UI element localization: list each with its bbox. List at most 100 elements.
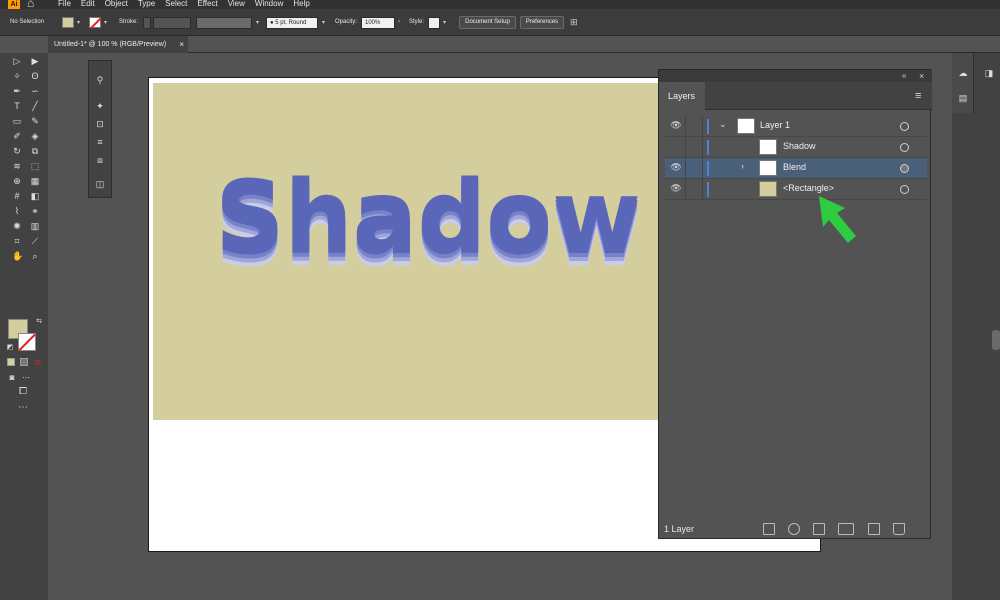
visibility-eye-icon[interactable]: 👁 — [669, 120, 683, 132]
default-fill-stroke-icon[interactable]: ◩ — [5, 343, 15, 353]
curvature-tool-icon[interactable]: ∽ — [30, 86, 40, 96]
layer-row-blend[interactable]: 👁 › Blend — [665, 158, 927, 179]
free-transform-tool-icon[interactable]: ⬚ — [30, 161, 40, 171]
more-tools-icon[interactable]: ⋯ — [18, 403, 28, 413]
direct-selection-tool-icon[interactable]: ▶ — [30, 56, 40, 66]
lasso-tool-icon[interactable]: ʘ — [30, 71, 40, 81]
brush-definition[interactable]: ● 5 pt. Round — [266, 17, 318, 29]
selection-tool-icon[interactable]: ▷ — [12, 56, 22, 66]
color-mode-icon[interactable] — [7, 358, 15, 366]
screen-mode-icon[interactable]: ⋯ — [21, 373, 31, 383]
scale-tool-icon[interactable]: ⧉ — [30, 146, 40, 156]
layers-tab[interactable]: Layers — [659, 82, 705, 110]
locate-object-icon[interactable] — [788, 523, 800, 535]
document-tab[interactable]: Untitled-1* @ 100 % (RGB/Preview) × — [48, 36, 188, 53]
expand-chevron-down-icon[interactable]: ⌄ — [719, 119, 727, 130]
line-tool-icon[interactable]: ╱ — [30, 101, 40, 111]
artboard-tool-icon[interactable]: ⌗ — [12, 236, 22, 246]
close-panel-icon[interactable]: × — [919, 70, 924, 82]
new-sublayer-icon[interactable] — [838, 523, 854, 535]
clipping-mask-icon[interactable] — [813, 523, 825, 535]
new-layer-icon[interactable] — [868, 523, 880, 535]
brush-dropdown-icon[interactable]: ▾ — [322, 19, 325, 26]
layer-name[interactable]: Layer 1 — [760, 120, 790, 130]
eraser-tool-icon[interactable]: ◈ — [30, 131, 40, 141]
menu-type[interactable]: Type — [138, 0, 155, 9]
trash-icon[interactable] — [893, 523, 905, 535]
blend-tool-icon[interactable]: ⚭ — [30, 206, 40, 216]
expand-chevron-right-icon[interactable]: › — [741, 161, 744, 171]
target-circle-icon[interactable] — [900, 185, 909, 194]
shape-builder-tool-icon[interactable]: ⊕ — [12, 176, 22, 186]
stroke-weight-input[interactable] — [153, 17, 191, 29]
menu-object[interactable]: Object — [105, 0, 128, 9]
pen-tool-icon[interactable]: ✒ — [12, 86, 22, 96]
layer-row-layer1[interactable]: 👁 ⌄ Layer 1 — [665, 116, 927, 137]
opacity-input[interactable]: 100% — [361, 17, 395, 29]
export-icon[interactable] — [763, 523, 775, 535]
layer-row-rectangle[interactable]: 👁 <Rectangle> — [665, 179, 927, 200]
menu-select[interactable]: Select — [165, 0, 187, 9]
collapse-panel-icon[interactable]: « — [902, 70, 906, 82]
fill-swatch[interactable] — [62, 17, 74, 28]
gradient-mode-icon[interactable] — [20, 358, 28, 366]
layer-row-shadow[interactable]: Shadow — [665, 137, 927, 158]
fill-dropdown-icon[interactable]: ▾ — [77, 19, 80, 26]
opacity-arrow-icon[interactable]: › — [398, 19, 400, 25]
gradient-tool-icon[interactable]: ◧ — [30, 191, 40, 201]
menu-help[interactable]: Help — [293, 0, 309, 9]
mesh-tool-icon[interactable]: # — [12, 191, 22, 201]
visibility-eye-icon[interactable]: 👁 — [669, 162, 683, 174]
document-setup-button[interactable]: Document Setup — [459, 16, 516, 29]
symbol-sprayer-tool-icon[interactable]: ✺ — [12, 221, 22, 231]
menu-file[interactable]: File — [58, 0, 71, 9]
profile-dropdown-icon[interactable]: ▾ — [256, 19, 259, 26]
change-screen-mode-icon[interactable]: ⧠ — [18, 387, 28, 397]
rectangle-tool-icon[interactable]: ▭ — [12, 116, 22, 126]
libraries-icon[interactable]: ☁ — [958, 68, 968, 78]
menu-effect[interactable]: Effect — [197, 0, 217, 9]
panel-toggle-icon[interactable]: ◨ — [984, 68, 994, 78]
menu-view[interactable]: View — [228, 0, 245, 9]
none-mode-icon[interactable]: ⊘ — [33, 358, 43, 368]
variable-width-profile[interactable] — [196, 17, 252, 29]
home-icon[interactable]: ⌂ — [27, 0, 34, 9]
target-circle-icon[interactable] — [900, 122, 909, 131]
eyedropper-tool-icon[interactable]: ⌇ — [12, 206, 22, 216]
layer-name[interactable]: Blend — [783, 162, 806, 172]
slice-tool-icon[interactable]: ⟋ — [30, 236, 40, 246]
artboards-panel-icon[interactable]: ◫ — [95, 179, 105, 189]
visibility-eye-icon[interactable] — [669, 141, 683, 153]
properties-icon[interactable]: ▤ — [958, 93, 968, 103]
magic-wand-tool-icon[interactable]: ✧ — [12, 71, 22, 81]
warp-tool-icon[interactable]: ≋ — [12, 161, 22, 171]
visibility-eye-icon[interactable]: 👁 — [669, 183, 683, 195]
target-circle-icon[interactable] — [900, 164, 909, 173]
perspective-grid-tool-icon[interactable]: ▦ — [30, 176, 40, 186]
swap-fill-stroke-icon[interactable]: ⇆ — [34, 317, 44, 327]
panel-menu-icon[interactable]: ≡ — [915, 90, 921, 102]
draw-mode-icon[interactable]: ◙ — [7, 373, 17, 383]
type-tool-icon[interactable]: T — [12, 101, 22, 111]
puppet-warp-icon[interactable]: ⚲ — [95, 75, 105, 85]
close-tab-icon[interactable]: × — [179, 36, 184, 53]
transform-icon[interactable]: ⊡ — [95, 119, 105, 129]
scrollbar-thumb[interactable] — [992, 330, 1000, 350]
stroke-swatch[interactable] — [89, 17, 101, 28]
paintbrush-tool-icon[interactable]: ✎ — [30, 116, 40, 126]
shadow-text-art[interactable]: Shadow Shadow Shadow Shadow Shadow — [215, 160, 641, 288]
column-graph-tool-icon[interactable]: ▥ — [30, 221, 40, 231]
style-swatch[interactable] — [428, 17, 440, 29]
stroke-stepper[interactable] — [143, 17, 151, 29]
magic-wand-icon[interactable]: ✦ — [95, 101, 105, 111]
menu-edit[interactable]: Edit — [81, 0, 95, 9]
target-circle-icon[interactable] — [900, 143, 909, 152]
align-icon[interactable]: ≡ — [95, 137, 105, 147]
zoom-tool-icon[interactable]: ⌕ — [30, 251, 40, 261]
layer-name[interactable]: <Rectangle> — [783, 183, 834, 193]
stroke-dropdown-icon[interactable]: ▾ — [104, 19, 107, 26]
layer-name[interactable]: Shadow — [783, 141, 816, 151]
style-dropdown-icon[interactable]: ▾ — [443, 19, 446, 26]
shaper-tool-icon[interactable]: ✐ — [12, 131, 22, 141]
pathfinder-icon[interactable]: ⧈ — [95, 155, 105, 165]
